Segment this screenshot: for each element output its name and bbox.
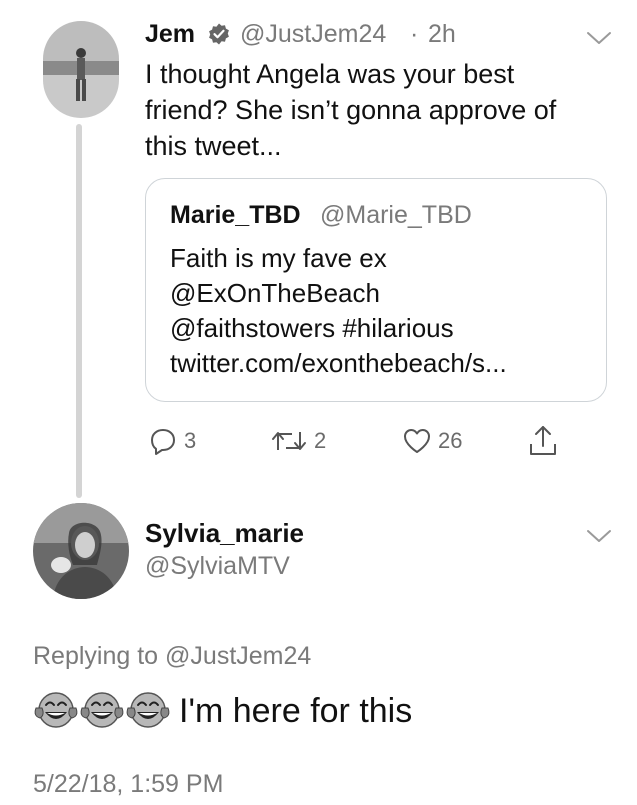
heart-icon: [404, 429, 430, 453]
reply-author-handle[interactable]: @SylviaMTV: [145, 552, 290, 581]
reply-icon: [151, 429, 175, 455]
reply-text-line: I'm here for this: [33, 688, 412, 734]
tweet-time[interactable]: 2h: [428, 20, 456, 49]
author-handle[interactable]: @JustJem24: [240, 20, 386, 49]
tears-of-joy-emoji: [126, 692, 170, 728]
chevron-down-icon[interactable]: [586, 30, 612, 46]
tears-of-joy-emoji: [80, 692, 124, 728]
chevron-down-icon[interactable]: [586, 528, 612, 544]
thread-connector-line: [76, 124, 82, 498]
like-count: 26: [438, 428, 463, 453]
reply-button[interactable]: 3: [148, 426, 196, 456]
reply-count: 3: [184, 428, 197, 453]
tweet-text: I thought Angela was your best friend? S…: [145, 59, 557, 161]
quoted-tweet-text: Faith is my fave ex @ExOnTheBeach @faith…: [170, 243, 507, 378]
retweet-count: 2: [314, 428, 327, 453]
tears-of-joy-emoji: [34, 692, 78, 728]
quoted-author-name: Marie_TBD: [170, 201, 301, 229]
verified-badge-icon: [209, 23, 229, 45]
replying-to-mention[interactable]: @JustJem24: [165, 642, 311, 670]
header-separator: ·: [410, 20, 419, 48]
replying-to-label: Replying to: [33, 642, 159, 670]
reply-tweet-text: I'm here for this: [179, 691, 413, 730]
share-icon: [530, 426, 556, 455]
sylvia-avatar[interactable]: [33, 503, 129, 599]
reply-author-name[interactable]: Sylvia_marie: [145, 518, 304, 549]
quoted-tweet-card[interactable]: Marie_TBD @Marie_TBD Faith is my fave ex…: [145, 178, 607, 402]
tweet-timestamp[interactable]: 5/22/18, 1:59 PM: [33, 770, 223, 799]
retweet-icon: [272, 432, 306, 450]
quoted-author-handle: @Marie_TBD: [320, 201, 472, 229]
retweet-button[interactable]: 2: [270, 426, 326, 456]
like-button[interactable]: 26: [402, 426, 462, 456]
author-name[interactable]: Jem: [145, 20, 195, 49]
share-button[interactable]: [527, 424, 559, 458]
jem-avatar[interactable]: [43, 21, 119, 118]
replying-to-line: Replying to @JustJem24: [33, 642, 311, 671]
